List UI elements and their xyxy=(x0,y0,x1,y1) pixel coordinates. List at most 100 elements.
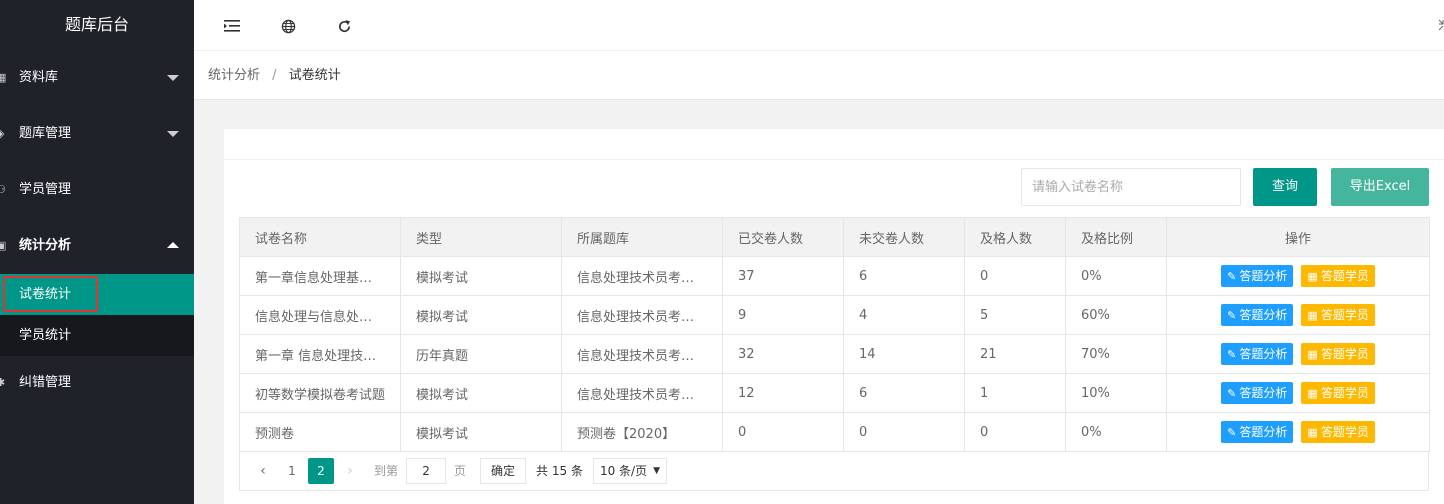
query-button[interactable]: 查询 xyxy=(1253,168,1317,206)
answer-students-label: 答题学员 xyxy=(1320,308,1369,322)
table-icon: ▦ xyxy=(1307,270,1318,283)
answer-students-button[interactable]: ▦ 答题学员 xyxy=(1301,265,1375,287)
goto-prefix: 到第 xyxy=(374,464,399,478)
answer-students-label: 答题学员 xyxy=(1320,269,1369,283)
breadcrumb-bar: 统计分析 / 试卷统计 xyxy=(194,51,1444,100)
pencil-icon: ✎ xyxy=(1227,426,1237,439)
cell-submitted: 12 xyxy=(722,373,844,413)
sidebar-item-materials[interactable]: ▦ 资料库 xyxy=(0,50,194,106)
page-link-1[interactable]: 1 xyxy=(279,458,305,484)
cell-passed: 5 xyxy=(964,295,1066,335)
cell-passed: 0 xyxy=(964,412,1066,452)
column-header: 及格人数 xyxy=(964,217,1066,257)
answer-students-label: 答题学员 xyxy=(1320,425,1369,439)
cell-rate: 0% xyxy=(1065,412,1167,452)
cell-unsubmitted: 0 xyxy=(843,412,965,452)
goto-page-input[interactable] xyxy=(406,457,447,484)
cell-passed: 0 xyxy=(964,256,1066,296)
table-icon: ▦ xyxy=(1307,309,1318,322)
chart-icon: ▣ xyxy=(0,239,7,252)
submenu-item-exam-stats[interactable]: 试卷统计 xyxy=(0,274,194,315)
answer-analysis-label: 答题分析 xyxy=(1239,308,1288,322)
pagination: ‹ 1 2 › 到第 页 确定 共 15 条 10 条/页 ▼ xyxy=(239,451,1429,491)
cell-actions: ✎ 答题分析 ▦ 答题学员 xyxy=(1166,334,1430,374)
page-link-2-current[interactable]: 2 xyxy=(308,457,334,484)
table-icon: ▦ xyxy=(1307,426,1318,439)
table-row: 第一章 信息处理技术基础 历年真题 信息处理技术员考试题库 32 14 21 70% ✎ 答题分… xyxy=(239,334,1430,374)
answer-analysis-button[interactable]: ✎ 答题分析 xyxy=(1221,421,1294,443)
column-header: 类型 xyxy=(400,217,562,257)
cell-rate: 10% xyxy=(1065,373,1167,413)
table-icon: ▦ xyxy=(1307,387,1318,400)
answer-students-label: 答题学员 xyxy=(1320,347,1369,361)
answer-analysis-button[interactable]: ✎ 答题分析 xyxy=(1221,265,1294,287)
answer-students-button[interactable]: ▦ 答题学员 xyxy=(1301,382,1375,404)
breadcrumb-parent[interactable]: 统计分析 xyxy=(208,68,260,83)
breadcrumb-separator: / xyxy=(272,68,277,83)
top-header xyxy=(194,0,1444,51)
total-count: 共 15 条 xyxy=(536,464,583,478)
cell-bank: 信息处理技术员考试题库 xyxy=(561,256,723,296)
answer-analysis-button[interactable]: ✎ 答题分析 xyxy=(1221,382,1294,404)
page-size-value: 10 条/页 xyxy=(599,463,648,478)
column-header: 已交卷人数 xyxy=(722,217,844,257)
page-size-select[interactable]: 10 条/页 ▼ xyxy=(592,457,668,484)
answer-students-button[interactable]: ▦ 答题学员 xyxy=(1301,343,1375,365)
statistics-submenu: 试卷统计 学员统计 xyxy=(0,274,194,356)
answer-analysis-label: 答题分析 xyxy=(1239,269,1288,283)
submenu-item-label: 试卷统计 xyxy=(19,287,72,302)
sidebar-item-label: 学员管理 xyxy=(19,182,72,197)
column-header: 及格比例 xyxy=(1065,217,1167,257)
sidebar: 题库后台 ▦ 资料库 ◈ 题库管理 ⚇ 学员管理 ▣ 统计分析 试卷统计 学员统… xyxy=(0,0,194,504)
refresh-icon[interactable] xyxy=(332,14,356,38)
column-header: 试卷名称 xyxy=(239,217,401,257)
column-header: 操作 xyxy=(1166,217,1430,257)
cell-unsubmitted: 6 xyxy=(843,373,965,413)
submenu-item-student-stats[interactable]: 学员统计 xyxy=(0,315,194,356)
cell-rate: 70% xyxy=(1065,334,1167,374)
cell-rate: 0% xyxy=(1065,256,1167,296)
cell-actions: ✎ 答题分析 ▦ 答题学员 xyxy=(1166,295,1430,335)
table-row: 预测卷 模拟考试 预测卷【2020】 0 0 0 0% ✎ 答题分析 ▦ 答题学员 xyxy=(239,412,1430,452)
sidebar-item-label: 资料库 xyxy=(19,70,59,85)
cell-name: 第一章 信息处理技术基础 xyxy=(239,334,401,374)
cell-type: 模拟考试 xyxy=(400,295,562,335)
answer-students-button[interactable]: ▦ 答题学员 xyxy=(1301,421,1375,443)
user-icon: ⚇ xyxy=(0,183,6,196)
globe-icon[interactable] xyxy=(276,14,300,38)
sidebar-item-students[interactable]: ⚇ 学员管理 xyxy=(0,162,194,218)
menu-collapse-icon[interactable] xyxy=(220,14,244,38)
chevron-down-icon xyxy=(167,131,179,137)
prev-page-icon[interactable]: ‹ xyxy=(250,458,276,484)
answer-analysis-button[interactable]: ✎ 答题分析 xyxy=(1221,304,1294,326)
cell-type: 历年真题 xyxy=(400,334,562,374)
answer-analysis-button[interactable]: ✎ 答题分析 xyxy=(1221,343,1294,365)
submenu-item-label: 学员统计 xyxy=(19,328,72,343)
answer-students-button[interactable]: ▦ 答题学员 xyxy=(1301,304,1375,326)
cell-actions: ✎ 答题分析 ▦ 答题学员 xyxy=(1166,256,1430,296)
pencil-icon: ✎ xyxy=(1227,309,1237,322)
cell-name: 第一章信息处理基础知识 xyxy=(239,256,401,296)
cell-rate: 60% xyxy=(1065,295,1167,335)
goto-suffix: 页 xyxy=(454,464,467,478)
pencil-icon: ✎ xyxy=(1227,348,1237,361)
next-page-icon[interactable]: › xyxy=(337,458,363,484)
cell-name: 信息处理与信息处理技术 xyxy=(239,295,401,335)
answer-analysis-label: 答题分析 xyxy=(1239,347,1288,361)
cell-submitted: 9 xyxy=(722,295,844,335)
sidebar-item-statistics[interactable]: ▣ 统计分析 xyxy=(0,218,194,274)
fullscreen-icon[interactable] xyxy=(1438,0,1444,51)
goto-confirm-button[interactable]: 确定 xyxy=(480,457,527,484)
bug-icon: ✱ xyxy=(0,376,6,389)
export-excel-button[interactable]: 导出Excel xyxy=(1331,168,1429,206)
search-input[interactable] xyxy=(1021,168,1241,206)
building-icon: ▦ xyxy=(0,71,7,84)
sidebar-item-corrections[interactable]: ✱ 纠错管理 xyxy=(0,355,194,411)
cell-bank: 信息处理技术员考试题库 xyxy=(561,295,723,335)
breadcrumb-current: 试卷统计 xyxy=(288,68,341,83)
cell-unsubmitted: 6 xyxy=(843,256,965,296)
content-card: 查询 导出Excel 试卷名称 类型 所属题库 已交卷人数 未交卷人数 及格人数… xyxy=(224,129,1444,504)
cell-passed: 21 xyxy=(964,334,1066,374)
sidebar-item-question-bank[interactable]: ◈ 题库管理 xyxy=(0,106,194,162)
layers-icon: ◈ xyxy=(0,127,5,140)
